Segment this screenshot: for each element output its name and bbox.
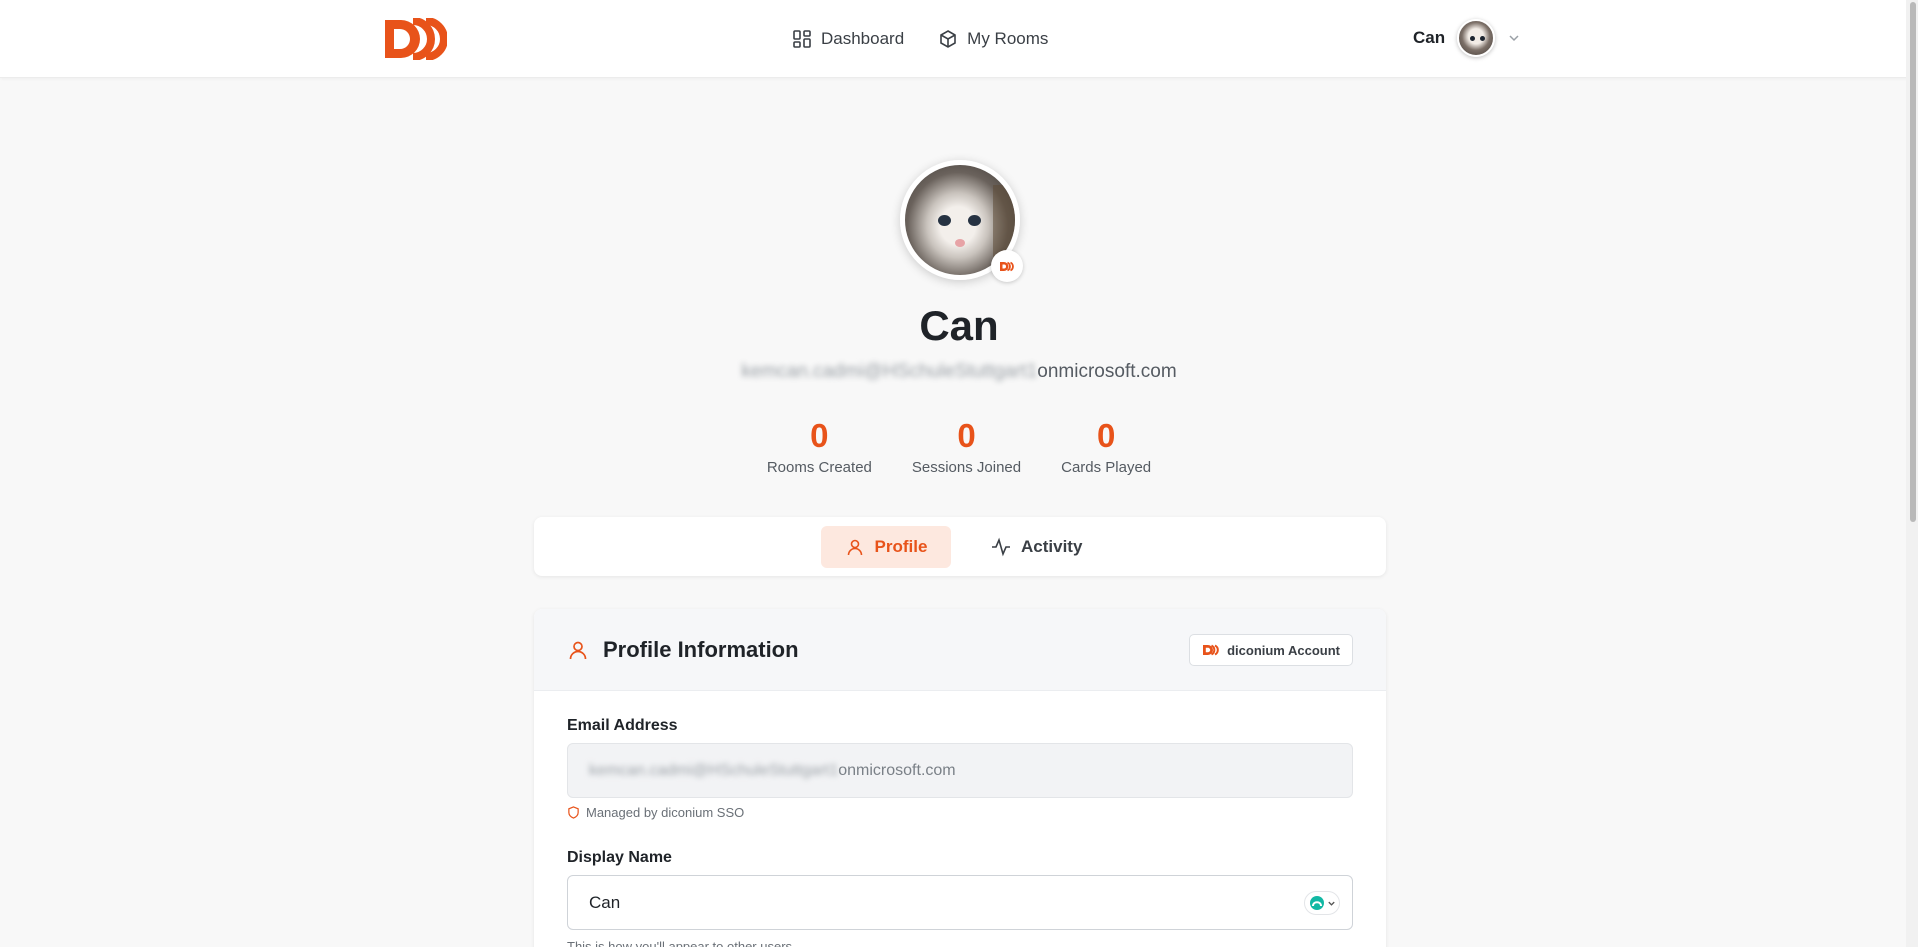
stat-value: 0 [957, 417, 976, 454]
grammar-assistant-button[interactable] [1304, 891, 1340, 915]
user-name: Can [1413, 28, 1446, 47]
diconium-badge-icon [991, 250, 1023, 282]
tab-profile-label: Profile [874, 537, 928, 556]
top-navbar: Dashboard My Rooms Can [0, 0, 1918, 78]
avatar [1457, 19, 1496, 57]
stat-label: Cards Played [1061, 459, 1152, 476]
profile-email: kemcan.cadmi@HSchuleStuttgart1onmicrosof… [0, 361, 1918, 383]
stat-value: 0 [1096, 417, 1116, 454]
display-name-value: Can [589, 892, 621, 912]
email-field: kemcan.cadmi@HSchuleStuttgart1 onmicrosof… [567, 743, 1353, 798]
nav-dashboard-link[interactable]: Dashboard [792, 24, 904, 54]
tab-activity[interactable]: Activity [981, 526, 1092, 568]
tab-profile[interactable]: Profile [821, 526, 951, 568]
user-icon [847, 539, 862, 556]
sso-note-text: Managed by diconium SSO [586, 805, 745, 820]
account-badge-label: diconium Account [1227, 642, 1340, 658]
stat-label: Sessions Joined [911, 459, 1022, 476]
profile-avatar [900, 160, 1023, 282]
profile-information-card: Profile Information diconium Account Ema… [534, 609, 1386, 947]
display-name-input[interactable]: Can [567, 875, 1353, 930]
nav-my-rooms-link[interactable]: My Rooms [938, 24, 1048, 54]
stat-value: 0 [810, 417, 829, 454]
diconium-logo-icon [1203, 644, 1219, 656]
stat-rooms-created: 0 Rooms Created [767, 416, 872, 476]
dashboard-icon [793, 30, 811, 48]
profile-stats: 0 Rooms Created 0 Sessions Joined 0 Card… [0, 416, 1918, 476]
profile-tabs: Profile Activity [534, 517, 1386, 576]
nav-dashboard-label: Dashboard [821, 29, 905, 48]
email-label: Email Address [567, 717, 678, 734]
nav-my-rooms-label: My Rooms [967, 29, 1049, 48]
profile-email-redacted: kemcan.cadmi@HSchuleStuttgart1 [741, 361, 1038, 382]
profile-email-domain: onmicrosoft.com [1037, 361, 1177, 382]
shield-icon [568, 806, 579, 819]
display-name-label: Display Name [567, 849, 672, 866]
stat-cards-played: 0 Cards Played [1061, 416, 1151, 476]
diconium-logo[interactable] [383, 17, 448, 61]
assistant-icon [1309, 896, 1324, 910]
card-header: Profile Information diconium Account [534, 609, 1386, 691]
display-name-hint: This is how you'll appear to other users [567, 939, 793, 947]
user-icon [569, 641, 587, 660]
stat-label: Rooms Created [766, 459, 872, 476]
email-field-redacted: kemcan.cadmi@HSchuleStuttgart1 [589, 761, 839, 779]
email-field-domain: onmicrosoft.com [838, 761, 956, 779]
account-badge: diconium Account [1189, 634, 1353, 666]
activity-icon [992, 537, 1010, 557]
chevron-down-icon [1509, 35, 1519, 42]
cube-icon [940, 30, 956, 48]
stat-sessions-joined: 0 Sessions Joined [912, 416, 1021, 476]
chevron-down-icon [1327, 901, 1335, 906]
user-menu[interactable]: Can [1413, 19, 1521, 57]
sso-note: Managed by diconium SSO [567, 805, 744, 820]
tab-activity-label: Activity [1021, 537, 1083, 556]
card-title-text: Profile Information [603, 637, 799, 662]
card-title: Profile Information [567, 637, 799, 663]
profile-name: Can [919, 302, 999, 349]
